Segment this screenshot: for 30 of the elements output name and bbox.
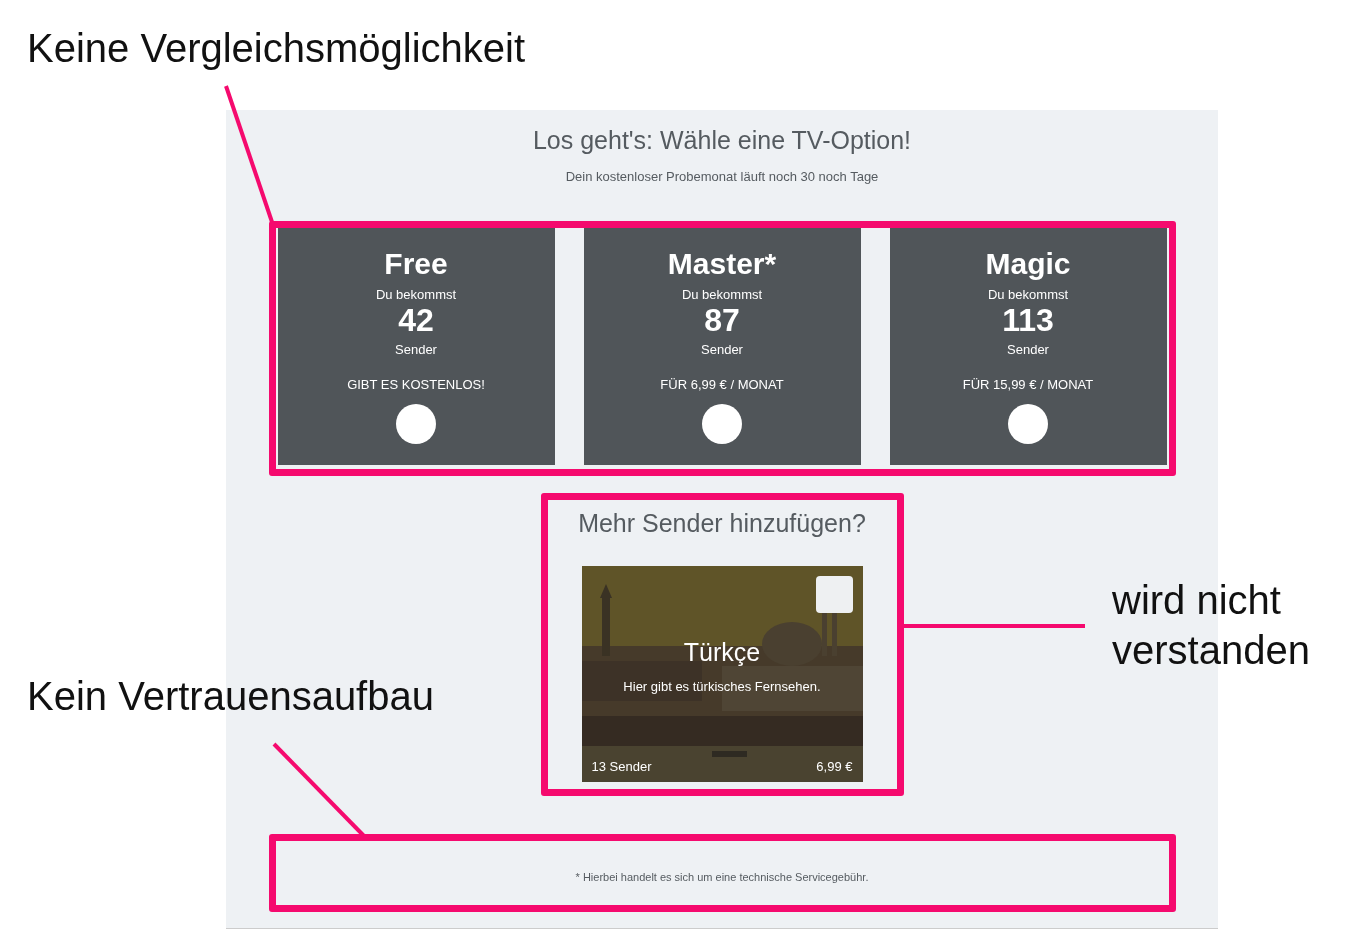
channel-unit: Sender bbox=[1007, 342, 1049, 357]
addon-heading: Mehr Sender hinzufügen? bbox=[578, 509, 866, 538]
footnote: * Hierbei handelt es sich um eine technische Servicegebühr. bbox=[575, 871, 869, 883]
plan-intro: Du bekommst bbox=[987, 287, 1069, 302]
addon-description: Hier gibt es türkisches Fernsehen. bbox=[623, 679, 821, 694]
channel-count: 113 bbox=[1002, 304, 1054, 336]
plan-intro: Du bekommst bbox=[375, 287, 457, 302]
addon-channels: 13 Sender bbox=[591, 759, 652, 774]
annotation-label: wird nicht verstanden bbox=[1112, 577, 1311, 674]
plan-price: GIBT ES KOSTENLOS! bbox=[347, 377, 485, 392]
channel-unit: Sender bbox=[395, 342, 437, 357]
annotation-label: Kein Vertrauensaufbau bbox=[27, 673, 434, 720]
plan-intro: Du bekommst bbox=[681, 287, 763, 302]
radio-button[interactable] bbox=[702, 404, 742, 444]
radio-button[interactable] bbox=[396, 404, 436, 444]
addon-name: Türkçe bbox=[683, 638, 761, 667]
channel-count: 42 bbox=[398, 304, 434, 336]
trial-notice: Dein kostenloser Probemonat läuft noch 30 noch Tage bbox=[565, 169, 879, 184]
plan-price: FÜR 15,99 € / MONAT bbox=[962, 377, 1094, 392]
channel-count: 87 bbox=[704, 304, 740, 336]
plan-name: Magic bbox=[985, 247, 1071, 281]
page-title: Los geht's: Wähle eine TV-Option! bbox=[532, 126, 912, 155]
plan-name: Master* bbox=[667, 247, 777, 281]
addon-price: 6,99 € bbox=[816, 759, 853, 774]
annotation-label: Keine Vergleichsmöglichkeit bbox=[27, 25, 526, 72]
plan-name: Free bbox=[384, 247, 448, 281]
channel-unit: Sender bbox=[701, 342, 743, 357]
checkbox[interactable] bbox=[815, 576, 853, 613]
plan-price: FÜR 6,99 € / MONAT bbox=[660, 377, 784, 392]
radio-button[interactable] bbox=[1008, 404, 1048, 444]
